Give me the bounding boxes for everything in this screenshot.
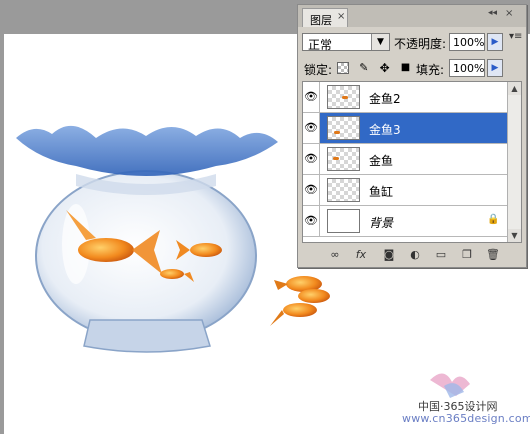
layer-row-goldfish3[interactable]: 👁 金鱼3 — [303, 113, 508, 144]
lock-controls: ✎ ✥ ■ — [337, 60, 416, 74]
new-layer-icon[interactable]: ❐ — [460, 247, 474, 263]
scroll-up-icon[interactable]: ▲ — [508, 82, 521, 95]
layer-row-goldfish[interactable]: 👁 金鱼 — [303, 144, 508, 175]
eye-icon[interactable]: 👁 — [303, 82, 320, 112]
layers-panel: 图层 × ◂◂ × ▾≡ 正常 ▼ 不透明度: 100% ▶ 锁定: ✎ ✥ ■… — [297, 4, 527, 268]
fill-field[interactable]: 100% — [449, 59, 485, 77]
lock-label: 锁定: — [304, 63, 333, 77]
watermark-url: www.cn365design.com — [402, 412, 530, 425]
new-group-icon[interactable]: ▭ — [434, 247, 448, 263]
eye-icon[interactable]: 👁 — [303, 113, 320, 143]
eye-icon[interactable]: 👁 — [303, 175, 320, 205]
opacity-field[interactable]: 100% — [449, 33, 485, 51]
tab-close-icon[interactable]: × — [337, 11, 345, 22]
layers-list: 👁 金鱼2 👁 金鱼3 👁 金鱼 👁 鱼缸 👁 背景 🔒 ▲ ▼ — [302, 81, 522, 243]
opacity-label: 不透明度: — [394, 37, 447, 51]
blend-mode-select[interactable]: 正常 ▼ — [302, 33, 390, 52]
layer-name: 金鱼3 — [369, 123, 401, 137]
scroll-down-icon[interactable]: ▼ — [508, 229, 521, 242]
layer-thumbnail — [327, 147, 360, 171]
opacity-slider-arrow-icon[interactable]: ▶ — [487, 33, 503, 51]
layer-name: 金鱼2 — [369, 92, 401, 106]
layer-thumbnail — [327, 116, 360, 140]
lock-all-icon[interactable]: ■ — [399, 62, 411, 74]
layer-name: 鱼缸 — [369, 185, 394, 199]
layer-thumbnail — [327, 85, 360, 109]
eye-icon[interactable]: 👁 — [303, 206, 320, 236]
fill-slider-arrow-icon[interactable]: ▶ — [487, 59, 503, 77]
add-mask-icon[interactable]: ◙ — [382, 247, 396, 263]
collapse-icon[interactable]: ◂◂ — [488, 8, 497, 18]
fill-value: 100% — [453, 62, 485, 75]
layer-row-fishbowl[interactable]: 👁 鱼缸 — [303, 175, 508, 206]
layers-scrollbar[interactable]: ▲ ▼ — [507, 82, 521, 242]
fill-label: 填充: — [416, 63, 445, 77]
layers-bottom-toolbar: ∞ fx ◙ ◐ ▭ ❐ 🗑 — [298, 247, 526, 265]
delete-layer-icon[interactable]: 🗑 — [486, 247, 500, 263]
panel-close-icon[interactable]: × — [505, 8, 513, 19]
adjustment-layer-icon[interactable]: ◐ — [408, 247, 422, 263]
blend-mode-value: 正常 — [308, 38, 333, 52]
panel-tab-bar: 图层 × ◂◂ × — [298, 5, 526, 27]
lock-icon: 🔒 — [487, 214, 500, 225]
tab-layers-label: 图层 — [310, 14, 332, 27]
fx-icon[interactable]: fx — [354, 247, 368, 263]
layer-thumbnail — [327, 178, 360, 202]
tab-layers[interactable]: 图层 × — [302, 8, 348, 27]
opacity-value: 100% — [453, 36, 485, 49]
layer-name: 金鱼 — [369, 154, 394, 168]
goldfish-group-outside — [270, 276, 330, 326]
layer-name: 背景 — [369, 216, 394, 230]
chevron-down-icon: ▼ — [371, 34, 389, 50]
layer-row-goldfish2[interactable]: 👁 金鱼2 — [303, 82, 508, 113]
lock-transparency-icon[interactable] — [337, 61, 349, 74]
panel-menu-icon[interactable]: ▾≡ — [509, 31, 522, 42]
lock-position-move-icon[interactable]: ✥ — [379, 62, 391, 74]
layer-row-background[interactable]: 👁 背景 🔒 — [303, 206, 508, 237]
layer-thumbnail — [327, 209, 360, 233]
link-layers-icon[interactable]: ∞ — [328, 247, 342, 263]
eye-icon[interactable]: 👁 — [303, 144, 320, 174]
lock-pixels-brush-icon[interactable]: ✎ — [358, 61, 370, 74]
